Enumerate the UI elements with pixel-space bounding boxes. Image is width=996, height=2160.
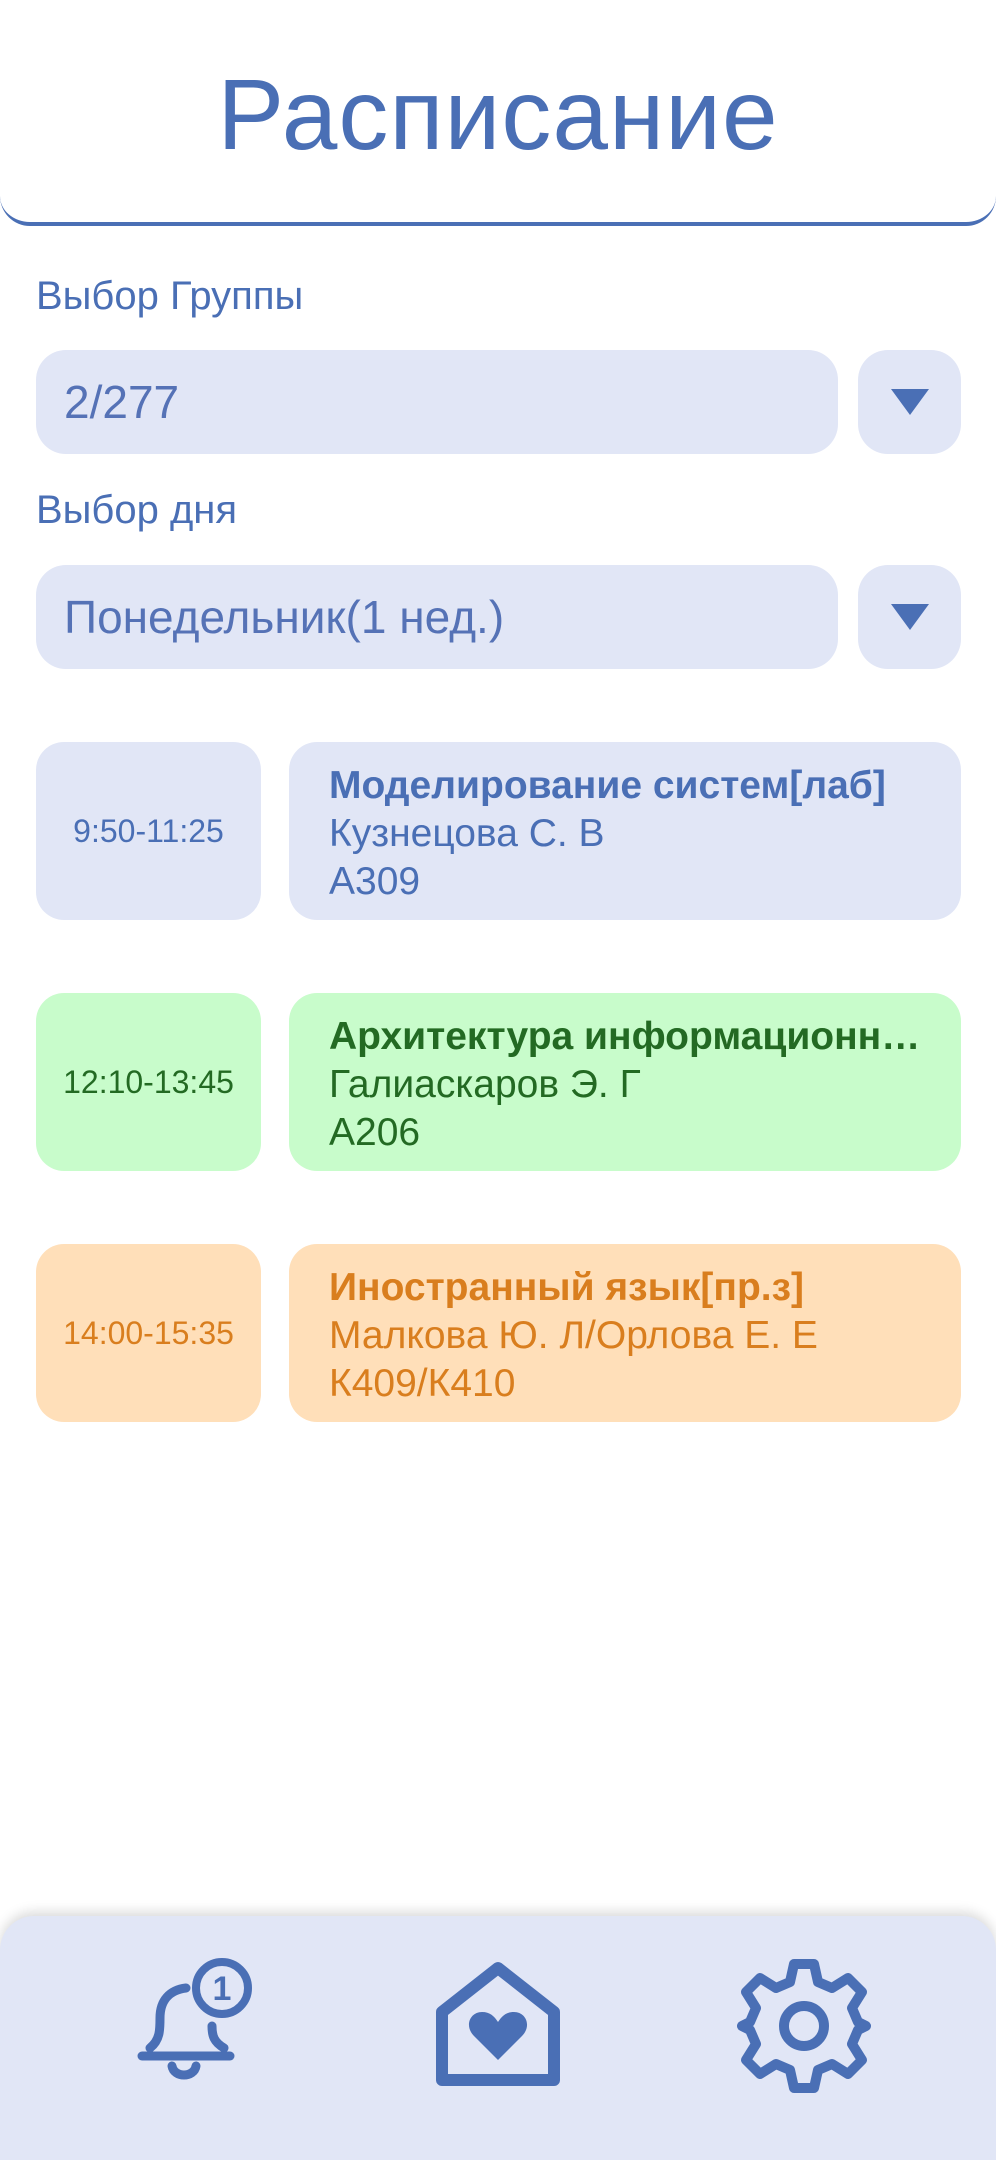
lesson-teacher: Кузнецова С. В [329,812,605,855]
group-label: Выбор Группы [36,274,304,318]
lesson-time: 12:10-13:45 [36,993,261,1171]
chevron-down-icon [890,389,929,415]
notifications-button[interactable]: 1 [112,1956,252,2096]
home-heart-icon [436,1962,560,2086]
chevron-down-icon [890,604,929,630]
group-dropdown-button[interactable] [858,350,961,454]
header: Расписание [0,0,996,226]
day-dropdown-button[interactable] [858,565,961,669]
lesson-card[interactable]: Моделирование систем[лаб] Кузнецова С. В… [289,742,961,920]
lesson-card[interactable]: Архитектура информационных систем Галиас… [289,993,961,1171]
settings-button[interactable] [734,1956,874,2096]
lesson-title: Иностранный язык[пр.з] [329,1266,804,1309]
lesson-teacher: Малкова Ю. Л/Орлова Е. Е [329,1314,818,1357]
day-label: Выбор дня [36,488,238,532]
app-root: Расписание Выбор Группы 2/277 Выбор дня … [0,0,996,2160]
lesson-room: А206 [329,1111,421,1154]
home-button[interactable] [428,1956,568,2096]
lesson-time: 9:50-11:25 [36,742,261,920]
group-select[interactable]: 2/277 [36,350,838,454]
page-title: Расписание [217,59,779,171]
bottom-navigation: 1 [0,1916,996,2160]
lesson-room: К409/К410 [329,1362,516,1405]
lesson-teacher: Галиаскаров Э. Г [329,1063,641,1106]
lesson-time: 14:00-15:35 [36,1244,261,1422]
lesson-title: Моделирование систем[лаб] [329,764,886,807]
notification-badge: 1 [213,1970,232,2008]
lesson-title: Архитектура информационных систем [329,1015,921,1058]
gear-icon [737,1959,871,2093]
bell-icon: 1 [137,1958,252,2080]
lesson-card[interactable]: Иностранный язык[пр.з] Малкова Ю. Л/Орло… [289,1244,961,1422]
lesson-room: А309 [329,860,421,903]
day-select[interactable]: Понедельник(1 нед.) [36,565,838,669]
